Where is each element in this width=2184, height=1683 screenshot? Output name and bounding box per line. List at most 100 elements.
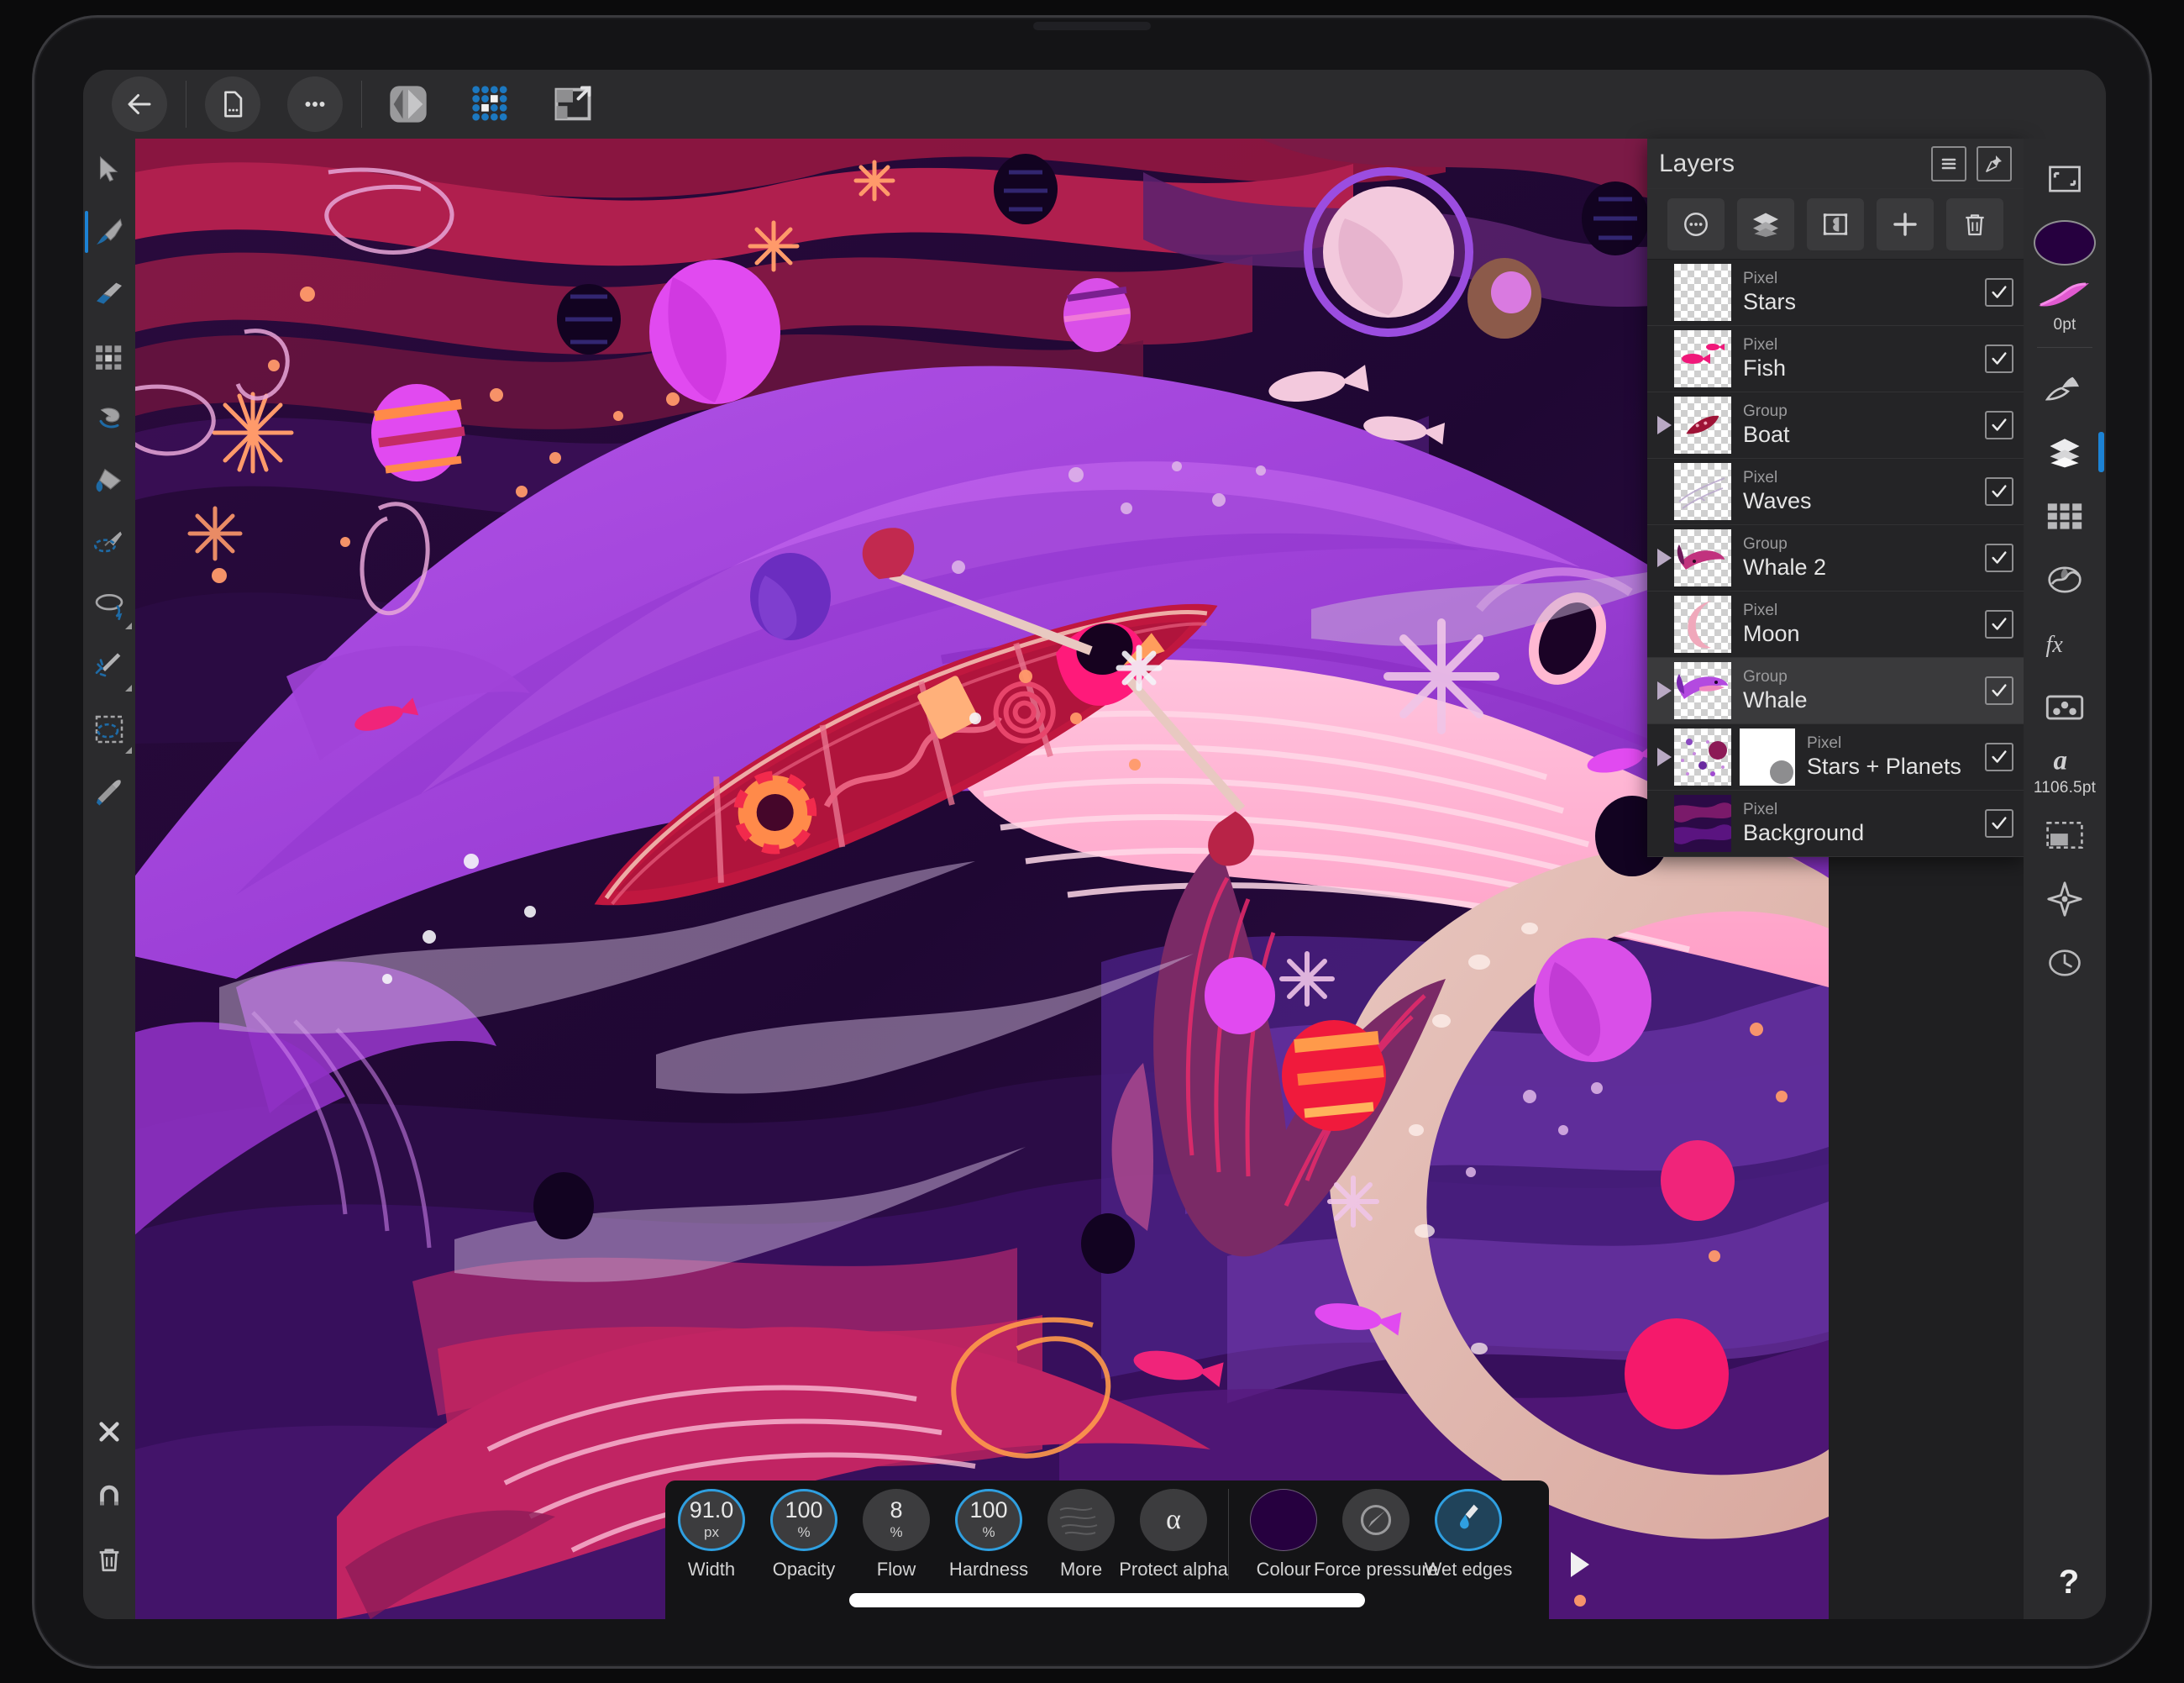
layer-row-whale-2[interactable]: Group Whale 2 <box>1647 525 2024 592</box>
more-menu-button[interactable] <box>287 76 343 132</box>
brush-setting-opacity[interactable]: 100% Opacity <box>758 1489 850 1580</box>
layer-options-button[interactable] <box>1931 145 1966 181</box>
layer-row-stars-planets[interactable]: Pixel Stars + Planets <box>1647 724 2024 791</box>
document-menu-button[interactable] <box>205 76 260 132</box>
layer-row-stars[interactable]: Pixel Stars <box>1647 260 2024 326</box>
delete-layer-button[interactable] <box>1946 197 2004 250</box>
tool-magic-wand[interactable] <box>83 636 135 698</box>
layer-visibility-checkbox[interactable] <box>1985 743 2013 771</box>
layer-thumbnail[interactable] <box>1674 397 1731 454</box>
layer-visibility-checkbox[interactable] <box>1985 809 2013 838</box>
layer-expand-toggle[interactable] <box>1654 681 1674 700</box>
layer-thumbnail[interactable] <box>1674 330 1731 387</box>
brush-setting-more[interactable]: More <box>1035 1489 1127 1580</box>
force-pressure-icon <box>1360 1504 1392 1536</box>
tool-blur[interactable] <box>83 512 135 574</box>
brush-setting-dial-opacity[interactable]: 100% <box>770 1489 837 1551</box>
snapping-button[interactable] <box>83 1465 135 1527</box>
layer-mask-thumbnail[interactable] <box>1740 728 1795 786</box>
layer-kind: Pixel <box>1743 468 1778 486</box>
tool-submenu-indicator <box>125 747 132 754</box>
marquee-selection-icon <box>95 715 123 744</box>
artwork-canvas[interactable] <box>135 139 1829 1619</box>
layer-visibility-checkbox[interactable] <box>1985 344 2013 373</box>
blend-options-button[interactable] <box>1667 197 1725 250</box>
tool-marquee-selection[interactable] <box>83 698 135 760</box>
hud-expand-arrow-icon[interactable] <box>1571 1552 1589 1577</box>
persona-export-button[interactable] <box>545 80 601 129</box>
brush-setting-hardness[interactable]: 100% Hardness <box>942 1489 1035 1580</box>
brush-preview[interactable]: 0pt <box>2024 275 2106 339</box>
tool-eraser[interactable] <box>83 263 135 325</box>
layer-visibility-checkbox[interactable] <box>1985 610 2013 639</box>
brush-setting-dial-protect-alpha[interactable]: α <box>1140 1489 1207 1551</box>
layer-thumbnail[interactable] <box>1674 596 1731 653</box>
brush-setting-width[interactable]: 91.0 px Width <box>665 1489 758 1580</box>
home-indicator[interactable] <box>849 1593 1365 1607</box>
layer-visibility-checkbox[interactable] <box>1985 544 2013 572</box>
studio-effects[interactable]: fx <box>2024 612 2106 676</box>
layer-thumbnail[interactable] <box>1674 662 1731 719</box>
studio-layers[interactable] <box>2024 420 2106 484</box>
delete-button[interactable] <box>83 1528 135 1591</box>
deselect-button[interactable] <box>83 1401 135 1463</box>
studio-history[interactable] <box>2024 931 2106 995</box>
tool-pixel[interactable] <box>83 325 135 387</box>
layer-expand-toggle[interactable] <box>1654 549 1674 567</box>
studio-colour-wheel[interactable] <box>2024 548 2106 612</box>
brush-setting-dial-more[interactable] <box>1047 1489 1115 1551</box>
tool-lasso[interactable] <box>83 574 135 636</box>
layer-thumbnail[interactable] <box>1674 529 1731 586</box>
brush-setting-protect-alpha[interactable]: α Protect alpha <box>1119 1489 1228 1580</box>
merge-layers-button[interactable] <box>1736 197 1794 250</box>
brush-setting-dial-force-pressure[interactable] <box>1342 1489 1410 1551</box>
pin-panel-button[interactable] <box>1977 145 2012 181</box>
layer-visibility-checkbox[interactable] <box>1985 278 2013 307</box>
brush-setting-flow[interactable]: 8% Flow <box>850 1489 942 1580</box>
layer-row-background[interactable]: Pixel Background <box>1647 791 2024 857</box>
layer-visibility-checkbox[interactable] <box>1985 676 2013 705</box>
brush-setting-wet-edges[interactable]: Wet edges <box>1422 1489 1515 1580</box>
persona-pixel-button[interactable] <box>463 80 518 129</box>
layer-thumbnail[interactable] <box>1674 728 1731 786</box>
brush-setting-dial-hardness[interactable]: 100% <box>955 1489 1022 1551</box>
studio-navigator[interactable] <box>2024 867 2106 931</box>
studio-text[interactable]: a 1106.5pt <box>2024 739 2106 803</box>
tool-colour-picker[interactable] <box>83 760 135 823</box>
layer-row-fish[interactable]: Pixel Fish <box>1647 326 2024 392</box>
magic-wand-icon <box>95 653 121 677</box>
brush-setting-dial-colour[interactable] <box>1250 1489 1317 1551</box>
persona-photo-button[interactable] <box>381 80 436 129</box>
studio-adjustments[interactable] <box>2024 676 2106 739</box>
mask-layer-button[interactable] <box>1806 197 1864 250</box>
layer-expand-toggle[interactable] <box>1654 416 1674 434</box>
tool-flood-fill[interactable] <box>83 450 135 512</box>
layer-row-moon[interactable]: Pixel Moon <box>1647 592 2024 658</box>
back-button[interactable] <box>112 76 167 132</box>
layer-thumbnail[interactable] <box>1674 795 1731 852</box>
layer-row-boat[interactable]: Group Boat <box>1647 392 2024 459</box>
layer-visibility-checkbox[interactable] <box>1985 477 2013 506</box>
tool-smudge[interactable] <box>83 387 135 450</box>
layer-row-whale[interactable]: Group Whale <box>1647 658 2024 724</box>
help-button[interactable]: ? <box>2045 1559 2092 1606</box>
tool-move[interactable] <box>83 139 135 201</box>
studio-brushes[interactable] <box>2024 356 2106 420</box>
layer-row-waves[interactable]: Pixel Waves <box>1647 459 2024 525</box>
brush-setting-dial-flow[interactable]: 8% <box>863 1489 930 1551</box>
brush-setting-force-pressure[interactable]: Force pressure <box>1314 1489 1438 1580</box>
brush-setting-dial-wet-edges[interactable] <box>1435 1489 1502 1551</box>
colour-swatch-button[interactable] <box>2024 211 2106 275</box>
brush-setting-dial-width[interactable]: 91.0 px <box>678 1489 745 1551</box>
studio-swatches[interactable] <box>2024 484 2106 548</box>
paintbrush-icon <box>97 218 123 245</box>
plus-icon <box>1893 212 1917 236</box>
add-layer-button[interactable] <box>1877 197 1935 250</box>
studio-transform[interactable] <box>2024 803 2106 867</box>
expand-panel-button[interactable] <box>2024 147 2106 211</box>
layer-thumbnail[interactable] <box>1674 463 1731 520</box>
tool-paint-brush[interactable] <box>83 201 135 263</box>
layer-visibility-checkbox[interactable] <box>1985 411 2013 439</box>
layer-expand-toggle[interactable] <box>1654 748 1674 766</box>
layer-thumbnail[interactable] <box>1674 264 1731 321</box>
